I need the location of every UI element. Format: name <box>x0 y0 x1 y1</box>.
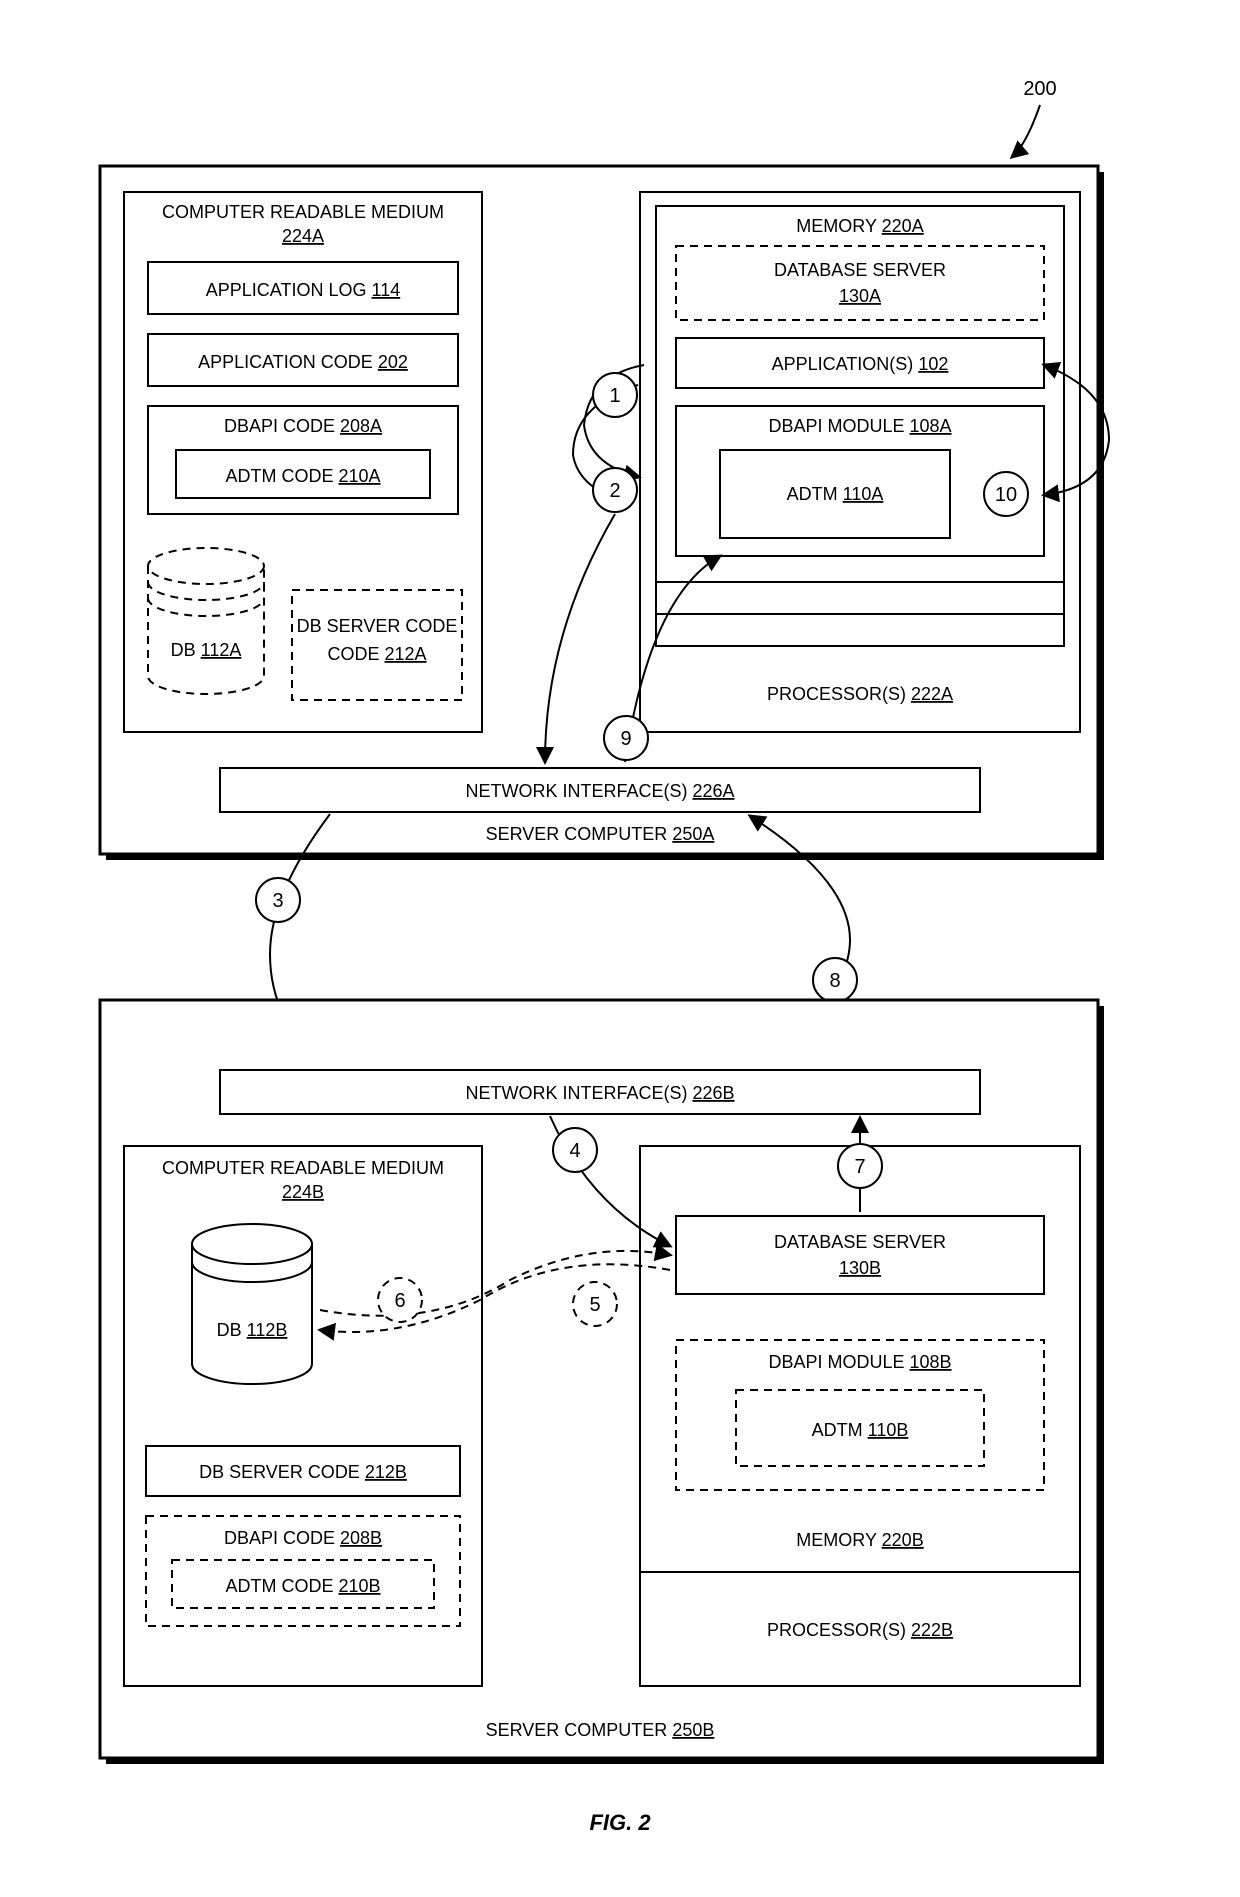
svg-text:PROCESSOR(S) 222B: PROCESSOR(S) 222B <box>767 1620 953 1640</box>
svg-text:COMPUTER READABLE MEDIUM: COMPUTER READABLE MEDIUM <box>162 1158 444 1178</box>
svg-text:4: 4 <box>569 1140 580 1162</box>
svg-text:MEMORY 220A: MEMORY 220A <box>796 216 923 236</box>
svg-text:ADTM CODE 210A: ADTM CODE 210A <box>225 466 380 486</box>
svg-text:PROCESSOR(S) 222: PROCESSOR(S) 222A <box>767 684 953 704</box>
figure-caption: FIG. 2 <box>589 1810 651 1835</box>
svg-text:DATABASE SERVER: DATABASE SERVER <box>774 1232 946 1252</box>
svg-text:MEMORY 220B: MEMORY 220B <box>796 1530 923 1550</box>
svg-text:ADTM 110A: ADTM 110A <box>787 484 884 504</box>
svg-text:CODE 212A: CODE 212A <box>327 644 426 664</box>
svg-text:COMPUTER READABLE MEDIUM: COMPUTER READABLE MEDIUM <box>162 202 444 222</box>
svg-text:ADTM CODE 210B: ADTM CODE 210B <box>225 1576 380 1596</box>
svg-text:9: 9 <box>620 728 631 750</box>
figure-ref-200: 200 <box>1012 78 1057 157</box>
svg-text:NETWORK INTERFACE(S): NETWORK INTERFACE(S) 226A <box>465 781 734 801</box>
memory-proc-a: MEMORY 220A DATABASE SERVER 130A APPLICA… <box>640 192 1080 732</box>
svg-text:3: 3 <box>272 890 283 912</box>
svg-text:DB SERVER CODE 212B: DB SERVER CODE 212B <box>199 1462 407 1482</box>
svg-text:1: 1 <box>609 385 620 407</box>
svg-text:DATABASE SERVER: DATABASE SERVER <box>774 260 946 280</box>
svg-text:APPLICATION CODE: APPLICATION CODE 202 <box>198 352 408 372</box>
svg-text:SERVER COMPUTER 250A: SERVER COMPUTER 250A <box>486 824 715 844</box>
svg-text:NETWORK INTERFACE(S): NETWORK INTERFACE(S) 226B <box>465 1083 734 1103</box>
server-a: COMPUTER READABLE MEDIUM 224A APPLICATIO… <box>100 166 1104 860</box>
svg-text:130A: 130A <box>839 286 881 306</box>
svg-text:8: 8 <box>829 970 840 992</box>
svg-text:130B: 130B <box>839 1258 881 1278</box>
svg-text:5: 5 <box>589 1294 600 1316</box>
server-b: NETWORK INTERFACE(S) 226B COMPUTER READA… <box>100 1000 1104 1764</box>
svg-text:ADTM 110B: ADTM 110B <box>812 1420 909 1440</box>
svg-text:224A: 224A <box>282 226 324 246</box>
svg-text:APPLICATION(S) 1: APPLICATION(S) 102 <box>772 354 949 374</box>
svg-text:DBAPI CODE 208A: DBAPI CODE 208A <box>224 416 382 436</box>
svg-text:APPLICATION LOG: APPLICATION LOG 114 <box>206 280 400 300</box>
svg-text:224B: 224B <box>282 1182 324 1202</box>
crm-a: COMPUTER READABLE MEDIUM 224A APPLICATIO… <box>124 192 482 732</box>
svg-text:DBAPI MODULE 108B: DBAPI MODULE 108B <box>768 1352 951 1372</box>
svg-text:DB 112A: DB 112A <box>171 640 242 660</box>
svg-text:200: 200 <box>1023 78 1056 100</box>
svg-text:7: 7 <box>854 1156 865 1178</box>
svg-text:10: 10 <box>995 484 1017 506</box>
svg-text:SERVER COMPUTER 250B: SERVER COMPUTER 250B <box>486 1720 715 1740</box>
svg-text:6: 6 <box>394 1290 405 1312</box>
svg-text:2: 2 <box>609 480 620 502</box>
svg-text:DBAPI MODULE 108: DBAPI MODULE 108A <box>768 416 951 436</box>
diagram-figure: 200 COMPUTER READABLE MEDIUM 224A APPLIC… <box>0 0 1240 1897</box>
svg-text:DBAPI CODE 208B: DBAPI CODE 208B <box>224 1528 382 1548</box>
svg-text:DB 112B: DB 112B <box>217 1320 288 1340</box>
svg-text:DB SERVER CODE: DB SERVER CODE <box>297 616 458 636</box>
